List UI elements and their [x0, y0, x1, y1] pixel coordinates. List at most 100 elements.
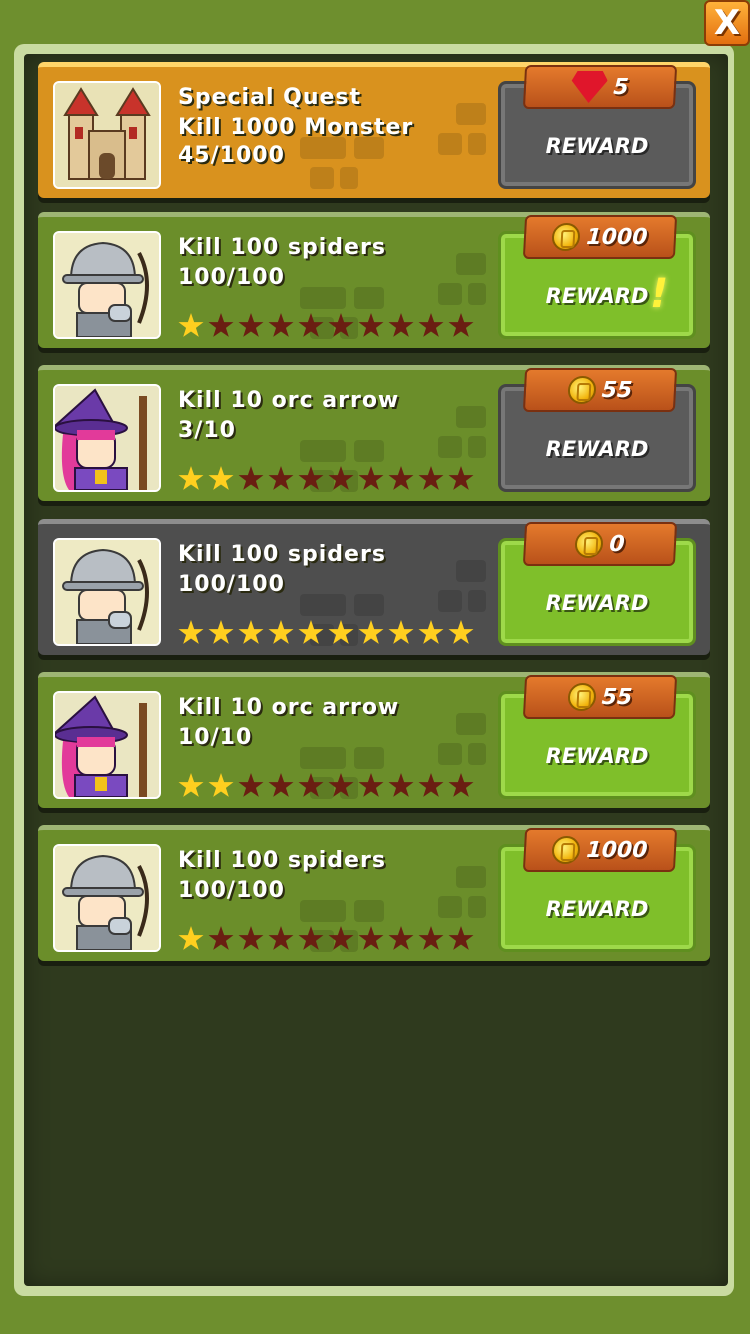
star-icon [238, 313, 264, 337]
coin-icon [566, 376, 597, 404]
star-icon [418, 466, 444, 490]
quest-card: Kill 10 orc arrow 10/10 REWARD 55 [38, 672, 710, 808]
reward-amount: 55 [601, 684, 633, 710]
brick-decoration [354, 594, 384, 616]
star-icon [268, 926, 294, 950]
star-icon [448, 466, 474, 490]
quest-title: Kill 10 orc arrow [178, 695, 400, 720]
star-icon [238, 773, 264, 797]
star-icon [238, 466, 264, 490]
reward-amount-tag: 0 [522, 522, 678, 566]
brick-decoration [438, 283, 462, 305]
star-icon [238, 620, 264, 644]
star-rating [178, 313, 474, 339]
reward-amount: 0 [608, 531, 626, 557]
reward-amount: 55 [601, 377, 633, 403]
quest-progress: 100/100 [178, 572, 285, 597]
star-icon [208, 926, 234, 950]
brick-decoration [468, 436, 486, 458]
coin-icon [566, 683, 597, 711]
star-icon [328, 926, 354, 950]
coin-icon [574, 530, 605, 558]
reward-amount: 1000 [585, 224, 649, 250]
quest-title: Kill 100 spiders [178, 235, 386, 260]
brick-decoration [300, 287, 346, 309]
star-icon [268, 773, 294, 797]
brick-decoration [468, 590, 486, 612]
star-rating [178, 620, 474, 646]
star-icon [178, 620, 204, 644]
star-icon [298, 313, 324, 337]
quest-progress: 100/100 [178, 878, 285, 903]
star-icon [448, 773, 474, 797]
brick-decoration [354, 747, 384, 769]
star-rating [178, 466, 474, 492]
star-icon [298, 466, 324, 490]
quest-title: Kill 100 spiders [178, 542, 386, 567]
star-icon [298, 773, 324, 797]
reward-amount-tag: 1000 [522, 828, 678, 872]
castle-portrait [53, 81, 161, 189]
reward-amount: 5 [612, 74, 630, 100]
close-button[interactable]: X [704, 0, 750, 46]
brick-decoration [456, 253, 486, 275]
reward-amount-tag: 55 [522, 675, 678, 719]
brick-decoration [300, 594, 346, 616]
star-icon [178, 313, 204, 337]
star-icon [448, 926, 474, 950]
star-icon [178, 466, 204, 490]
star-icon [268, 620, 294, 644]
star-icon [418, 313, 444, 337]
star-icon [328, 773, 354, 797]
quest-card: Kill 100 spiders 100/100 REWARD 1000! [38, 212, 710, 348]
star-icon [178, 926, 204, 950]
brick-decoration [310, 167, 334, 189]
brick-decoration [438, 896, 462, 918]
brick-decoration [456, 560, 486, 582]
quest-card: Kill 10 orc arrow 3/10 REWARD 55 [38, 365, 710, 501]
brick-decoration [340, 167, 358, 189]
star-icon [388, 926, 414, 950]
star-icon [388, 773, 414, 797]
quest-card: Kill 100 spiders 100/100 REWARD 0 [38, 519, 710, 655]
star-icon [388, 466, 414, 490]
quest-title: Kill 100 spiders [178, 848, 386, 873]
brick-decoration [456, 866, 486, 888]
star-icon [388, 313, 414, 337]
star-icon [268, 313, 294, 337]
quest-card: Kill 100 spiders 100/100 REWARD 1000 [38, 825, 710, 961]
star-rating [178, 773, 474, 799]
star-icon [448, 620, 474, 644]
brick-decoration [468, 283, 486, 305]
star-icon [388, 620, 414, 644]
star-icon [328, 620, 354, 644]
star-icon [268, 466, 294, 490]
brick-decoration [354, 440, 384, 462]
brick-decoration [354, 137, 384, 159]
star-icon [178, 773, 204, 797]
reward-amount: 1000 [585, 837, 649, 863]
brick-decoration [300, 137, 346, 159]
star-icon [328, 313, 354, 337]
brick-decoration [456, 406, 486, 428]
brick-decoration [300, 747, 346, 769]
reward-amount-tag: 5 [522, 65, 678, 109]
brick-decoration [438, 743, 462, 765]
star-icon [238, 926, 264, 950]
star-rating [178, 926, 474, 952]
brick-decoration [456, 713, 486, 735]
star-icon [358, 466, 384, 490]
star-icon [448, 313, 474, 337]
star-icon [208, 466, 234, 490]
brick-decoration [468, 133, 486, 155]
star-icon [358, 620, 384, 644]
star-icon [208, 620, 234, 644]
star-icon [358, 773, 384, 797]
exclamation-icon: ! [650, 271, 669, 317]
star-icon [298, 620, 324, 644]
quest-progress: 45/1000 [178, 143, 285, 168]
witch-portrait [53, 384, 161, 492]
coin-icon [551, 223, 582, 251]
star-icon [358, 926, 384, 950]
star-icon [418, 926, 444, 950]
